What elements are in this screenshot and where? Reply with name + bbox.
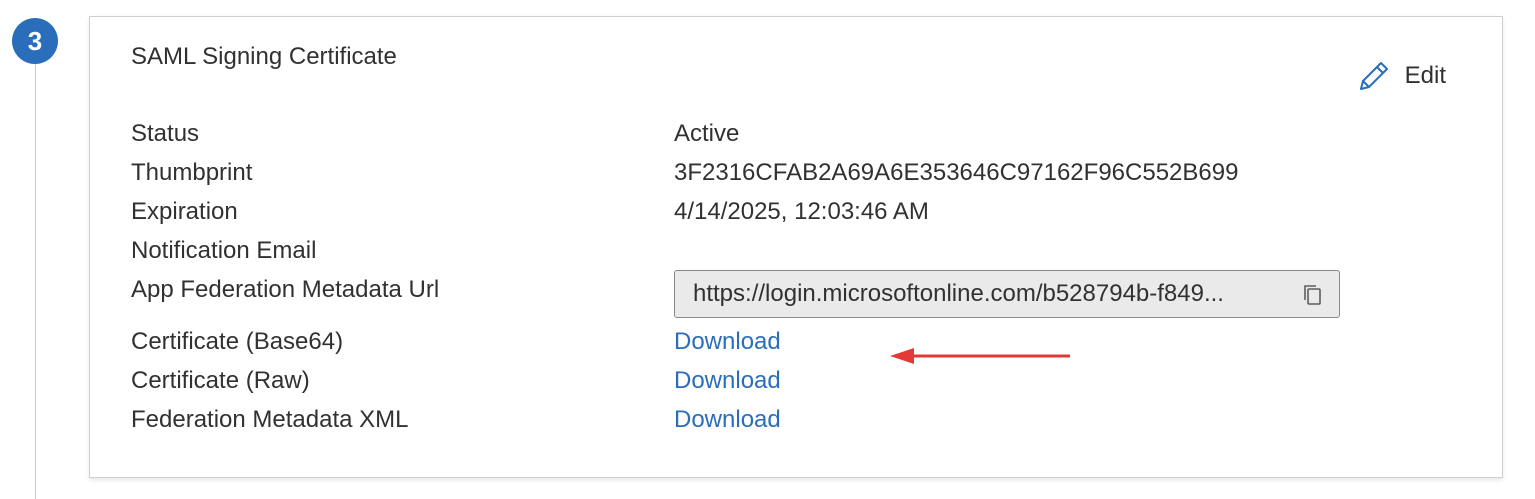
edit-button[interactable]: Edit [1357, 59, 1446, 93]
pencil-icon [1357, 59, 1391, 93]
saml-certificate-section: 3 SAML Signing Certificate Edit Status A… [0, 0, 1535, 499]
expiration-label: Expiration [131, 198, 238, 225]
certificate-base64-label: Certificate (Base64) [131, 328, 344, 355]
copy-icon[interactable] [1301, 283, 1325, 314]
step-number-badge: 3 [12, 18, 58, 64]
step-connector-line [35, 58, 36, 499]
saml-signing-certificate-card: SAML Signing Certificate Edit Status Act… [89, 16, 1503, 478]
red-arrow-annotation [890, 345, 1072, 372]
metadata-url-label: App Federation Metadata Url [131, 276, 440, 303]
certificate-raw-label: Certificate (Raw) [131, 367, 310, 394]
status-value: Active [674, 120, 740, 147]
card-title: SAML Signing Certificate [131, 43, 397, 70]
status-label: Status [131, 120, 200, 147]
notification-email-label: Notification Email [131, 237, 317, 264]
federation-metadata-xml-label: Federation Metadata XML [131, 406, 409, 433]
thumbprint-label: Thumbprint [131, 159, 253, 186]
certificate-raw-download-link[interactable]: Download [674, 367, 781, 395]
certificate-base64-download-link[interactable]: Download [674, 328, 781, 356]
edit-label: Edit [1404, 62, 1446, 89]
metadata-url-value: https://login.microsoftonline.com/b52879… [693, 280, 1224, 307]
expiration-value: 4/14/2025, 12:03:46 AM [674, 198, 929, 225]
thumbprint-value: 3F2316CFAB2A69A6E353646C97162F96C552B699 [674, 159, 1239, 186]
metadata-url-field[interactable]: https://login.microsoftonline.com/b52879… [674, 270, 1340, 318]
federation-metadata-xml-download-link[interactable]: Download [674, 406, 781, 434]
